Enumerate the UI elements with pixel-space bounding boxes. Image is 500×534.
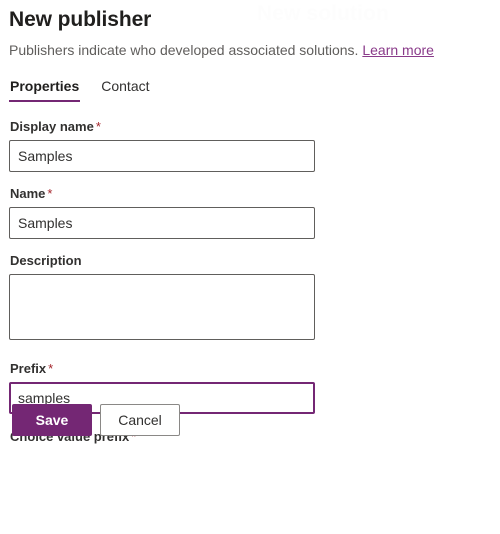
field-display-name: Display name * xyxy=(9,118,500,172)
tab-contact[interactable]: Contact xyxy=(100,76,150,102)
display-name-input[interactable] xyxy=(9,140,315,172)
save-button[interactable]: Save xyxy=(12,404,92,436)
display-name-required-asterisk: * xyxy=(95,119,101,134)
prefix-label-text: Prefix xyxy=(10,361,47,376)
learn-more-link[interactable]: Learn more xyxy=(362,42,434,58)
cancel-button[interactable]: Cancel xyxy=(100,404,180,436)
panel-header: New publisher Publishers indicate who de… xyxy=(0,0,500,60)
prefix-label: Prefix * xyxy=(10,360,500,378)
description-label-text: Description xyxy=(10,253,82,268)
panel-footer: Save Cancel xyxy=(12,404,180,436)
field-name: Name * xyxy=(9,185,500,239)
display-name-label: Display name * xyxy=(10,118,500,136)
description-label: Description xyxy=(10,252,500,270)
name-required-asterisk: * xyxy=(47,186,53,201)
new-publisher-panel: New publisher Publishers indicate who de… xyxy=(0,0,500,446)
panel-description: Publishers indicate who developed associ… xyxy=(9,40,488,60)
tab-list: Properties Contact xyxy=(9,74,500,102)
description-textarea[interactable] xyxy=(9,274,315,340)
page-title: New publisher xyxy=(9,8,152,31)
name-input[interactable] xyxy=(9,207,315,239)
name-label: Name * xyxy=(10,185,500,203)
tab-properties[interactable]: Properties xyxy=(9,76,81,102)
panel-description-text: Publishers indicate who developed associ… xyxy=(9,42,359,58)
display-name-label-text: Display name xyxy=(10,119,94,134)
prefix-required-asterisk: * xyxy=(48,361,54,376)
publisher-form: Display name* Name* Description Prefix* xyxy=(9,118,500,446)
field-description: Description xyxy=(9,252,500,345)
name-label-text: Name xyxy=(10,186,46,201)
